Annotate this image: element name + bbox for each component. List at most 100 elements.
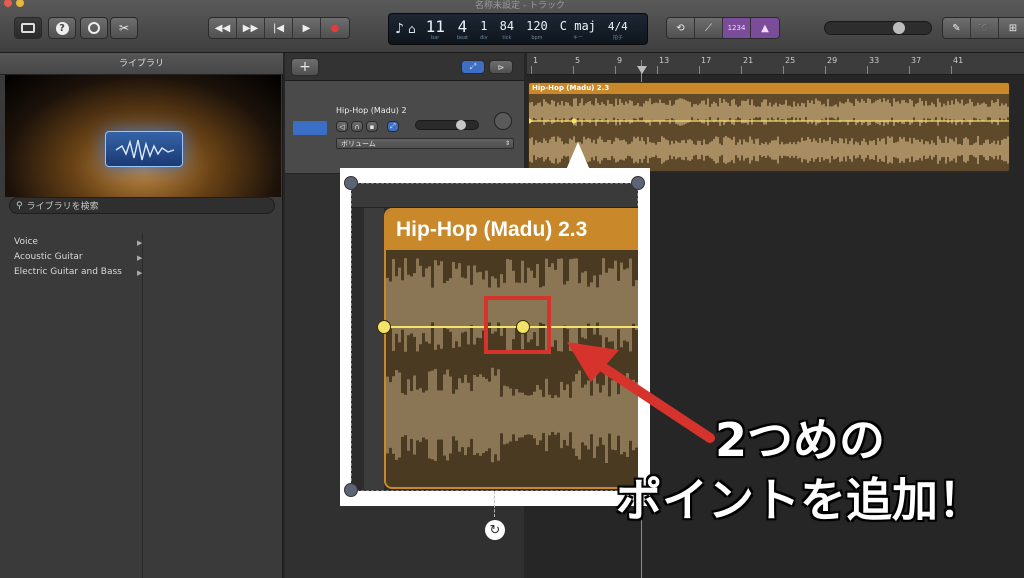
smart-controls-button[interactable] (80, 17, 108, 39)
lcd-signature-label: 拍子 (612, 34, 623, 41)
category-acoustic-guitar[interactable]: Acoustic Guitar (14, 252, 83, 262)
mute-button[interactable]: ◁ (336, 121, 348, 132)
master-volume-slider[interactable] (824, 21, 932, 35)
lcd-signature: 4/4 (607, 19, 628, 33)
category-voice[interactable]: Voice (14, 237, 38, 247)
automation-point-1[interactable] (377, 320, 391, 334)
track-name[interactable]: Hip-Hop (Madu) 2 (336, 106, 407, 115)
note-icon: ♪ (395, 21, 404, 37)
master-volume-knob[interactable] (893, 22, 905, 34)
ruler-bar-label: 21 (743, 56, 754, 65)
chevron-updown-icon: ⇕ (504, 140, 510, 147)
library-icon (21, 23, 35, 33)
automation-parameter-value: ボリューム (341, 140, 376, 148)
category-list: Voice ▶ Acoustic Guitar ▶ Electric Guita… (4, 233, 143, 578)
zoomed-region-header: Hip-Hop (Madu) 2.3 (386, 210, 638, 250)
notepad-button[interactable]: ✎ (943, 18, 971, 38)
ruler-tick (573, 66, 574, 74)
crop-handle-bottom-left (344, 483, 358, 497)
rewind-button[interactable]: ◀◀ (209, 18, 237, 38)
catch-button[interactable]: ⊳ (489, 60, 513, 74)
audio-region[interactable]: Hip-Hop (Madu) 2.3 (528, 82, 1010, 172)
lcd-bpm: 120 (526, 18, 548, 33)
track-volume-slider[interactable] (415, 120, 479, 130)
playhead-handle[interactable] (637, 66, 647, 74)
media-icon: ⊞ (1008, 22, 1018, 34)
record-icon: ● (330, 22, 340, 34)
lock-icon: ▪ (369, 122, 375, 131)
chevron-right-icon: ▶ (137, 269, 143, 277)
category-electric-guitar-bass[interactable]: Electric Guitar and Bass (14, 267, 122, 277)
annotation-text: 2つめの ポイントを追加！ (580, 410, 1020, 530)
search-icon: ⚲ (16, 200, 23, 211)
play-icon: ▶ (302, 22, 311, 34)
ruler-bar-label: 13 (659, 56, 670, 65)
track-header[interactable]: Hip-Hop (Madu) 2 ◁ ∩ ▪ ⤢ ボリューム ⇕ (285, 81, 524, 174)
lcd-beat: 4 (457, 16, 468, 36)
mode-buttons: ⟲ ⟋ 1234 ▲ (666, 17, 780, 39)
loop-icon: ➰ (978, 22, 991, 34)
play-button[interactable]: ▶ (293, 18, 321, 38)
mute-icon: ◁ (339, 122, 345, 131)
lcd-div: 1 (480, 18, 488, 33)
loop-browser-button[interactable]: ➰ (971, 18, 999, 38)
library-toggle-button[interactable] (14, 17, 42, 39)
ruler-bar-label: 9 (617, 56, 623, 65)
help-icon: ? (55, 21, 69, 35)
tuner-button[interactable]: ⟋ (695, 18, 723, 38)
add-track-button[interactable]: + (291, 58, 319, 76)
rewind-icon: ◀◀ (214, 22, 231, 34)
filter-icon: ⊳ (497, 62, 505, 72)
region-name: Hip-Hop (Madu) 2.3 (532, 84, 610, 92)
automation-icon: ⤢ (469, 62, 477, 71)
ruler-tick (657, 66, 658, 74)
go-to-start-button[interactable]: |◀ (265, 18, 293, 38)
ruler-tick (825, 66, 826, 74)
chevron-right-icon: ▶ (137, 239, 143, 247)
metronome-icon: ▲ (761, 22, 769, 34)
media-browser-button[interactable]: ⊞ (999, 18, 1024, 38)
close-window-icon[interactable] (4, 0, 12, 7)
lcd-display[interactable]: ♪ ⌂ 11 bar 4 beat 1 div 84 tick 120 bpm C maj… (388, 13, 648, 45)
cycle-button[interactable]: ⟲ (667, 18, 695, 38)
count-in-button[interactable]: 1234 (723, 18, 751, 38)
transport-controls: ◀◀ ▶▶ |◀ ▶ ● (208, 17, 350, 39)
zoomed-region-name: Hip-Hop (Madu) 2.3 (396, 218, 588, 241)
input-monitor-button[interactable]: ⤢ (387, 121, 399, 132)
automation-toggle-button[interactable]: ⤢ (461, 60, 485, 74)
lcd-key-label: キー (572, 34, 583, 41)
metronome-button[interactable]: ▲ (751, 18, 779, 38)
region-waveform (529, 98, 1009, 164)
ruler-bar-label: 17 (701, 56, 712, 65)
zoomed-track-edge (364, 208, 384, 490)
ruler-bar-label: 1 (533, 56, 539, 65)
lcd-bar: 11 (425, 16, 445, 36)
minimize-window-icon[interactable] (16, 0, 24, 7)
editors-button[interactable]: ✂ (110, 17, 138, 39)
ruler-bar-label: 33 (869, 56, 880, 65)
library-title: ライブラリ (0, 53, 283, 75)
highlight-box (484, 296, 551, 354)
callout-pointer (566, 142, 590, 170)
go-to-start-icon: |◀ (272, 22, 285, 34)
track-volume-knob[interactable] (456, 120, 466, 130)
ruler-bar-label: 5 (575, 56, 581, 65)
cycle-icon: ⟲ (676, 22, 685, 34)
monitor-icon: ⤢ (390, 122, 396, 130)
timeline-ruler[interactable]: 1 5 9 13 17 21 25 29 33 37 41 (527, 53, 1024, 75)
track-header-bar: + ⤢ ⊳ (285, 53, 524, 81)
tuning-fork-icon: ⟋ (705, 22, 712, 34)
library-patch-image (5, 75, 281, 197)
window-title: 名称未設定 - トラック (475, 1, 565, 11)
ruler-bar-label: 25 (785, 56, 796, 65)
solo-button[interactable]: ∩ (351, 121, 363, 132)
library-search-field[interactable]: ⚲ ライブラリを検索 (9, 197, 275, 214)
tuner-icon: ⌂ (407, 22, 416, 36)
ruler-tick (699, 66, 700, 74)
record-button[interactable]: ● (321, 18, 349, 38)
lock-button[interactable]: ▪ (366, 121, 378, 132)
pan-knob[interactable] (494, 112, 512, 130)
forward-button[interactable]: ▶▶ (237, 18, 265, 38)
automation-parameter-select[interactable]: ボリューム ⇕ (336, 138, 514, 149)
help-button[interactable]: ? (48, 17, 76, 39)
